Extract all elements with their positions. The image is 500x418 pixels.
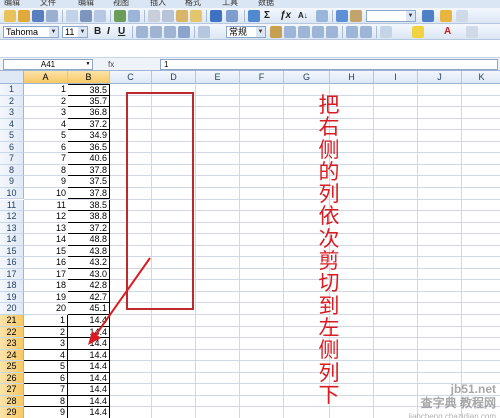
watermark-corner: jb51.net: [450, 382, 496, 396]
watermark-url: jiaocheng.chazidian.com: [408, 412, 496, 418]
watermark: jb51.net 查字典 教程网 jiaocheng.chazidian.com: [360, 382, 500, 418]
watermark-title: 查字典 教程网: [420, 396, 496, 410]
arrow-icon: [88, 257, 151, 345]
